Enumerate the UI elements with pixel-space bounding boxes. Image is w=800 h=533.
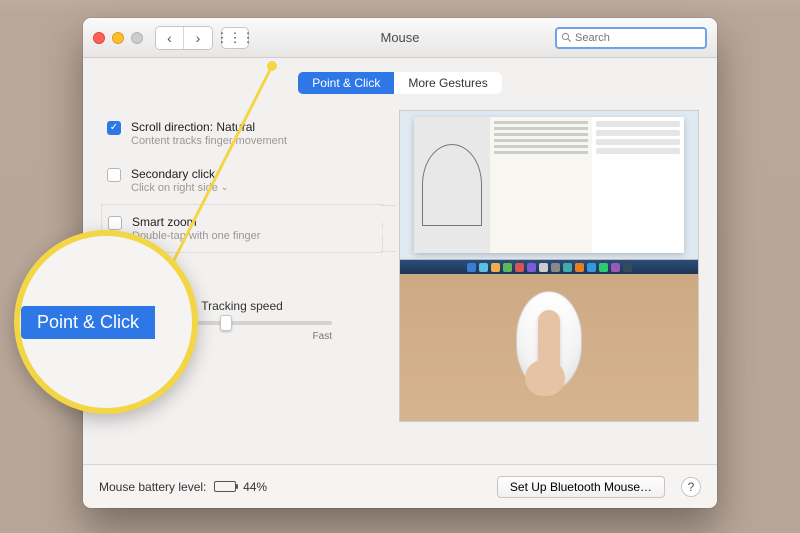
dock-app-icon bbox=[611, 263, 620, 272]
preview-desk bbox=[400, 274, 698, 421]
tab-bar: Point & Click More Gestures bbox=[83, 72, 717, 94]
dock-app-icon bbox=[551, 263, 560, 272]
chevron-down-icon[interactable]: ⌄ bbox=[221, 182, 229, 193]
dock-app-icon bbox=[599, 263, 608, 272]
checkbox-secondary-click[interactable] bbox=[107, 168, 121, 182]
preferences-window: ‹ › ⋮⋮⋮ Mouse Point & Click More Gesture… bbox=[83, 18, 717, 508]
dock-app-icon bbox=[503, 263, 512, 272]
preview-thumb bbox=[525, 360, 565, 396]
minimize-icon[interactable] bbox=[112, 32, 124, 44]
checkbox-smart-zoom[interactable] bbox=[108, 216, 122, 230]
dock-app-icon bbox=[563, 263, 572, 272]
zoom-icon[interactable] bbox=[131, 32, 143, 44]
grid-icon: ⋮⋮⋮ bbox=[216, 30, 255, 46]
help-button[interactable]: ? bbox=[681, 477, 701, 497]
slider-max-label: Fast bbox=[313, 331, 332, 342]
callout-magnifier: Point & Click bbox=[14, 230, 198, 414]
search-field[interactable] bbox=[555, 27, 707, 49]
search-icon bbox=[561, 32, 572, 43]
preview-screen bbox=[400, 111, 698, 260]
gesture-preview bbox=[399, 110, 699, 422]
preview-mouse bbox=[516, 291, 582, 391]
search-input[interactable] bbox=[575, 32, 701, 44]
option-secondary-click[interactable]: Secondary click Click on right side ⌄ bbox=[101, 157, 383, 204]
option-title: Secondary click bbox=[131, 167, 228, 181]
battery-icon bbox=[214, 481, 236, 492]
dock-app-icon bbox=[539, 263, 548, 272]
dock-app-icon bbox=[467, 263, 476, 272]
option-title: Smart zoom bbox=[132, 215, 260, 229]
dock-app-icon bbox=[491, 263, 500, 272]
show-all-button[interactable]: ⋮⋮⋮ bbox=[221, 27, 249, 49]
forward-button[interactable]: › bbox=[184, 27, 212, 49]
dock-app-icon bbox=[479, 263, 488, 272]
setup-bluetooth-button[interactable]: Set Up Bluetooth Mouse… bbox=[497, 476, 665, 498]
footer: Mouse battery level: 44% Set Up Bluetoot… bbox=[83, 464, 717, 508]
dock-app-icon bbox=[623, 263, 632, 272]
option-subtitle: Click on right side bbox=[131, 182, 218, 194]
window-controls bbox=[93, 32, 143, 44]
dock-app-icon bbox=[515, 263, 524, 272]
titlebar: ‹ › ⋮⋮⋮ Mouse bbox=[83, 18, 717, 58]
option-subtitle: Double-tap with one finger bbox=[132, 230, 260, 242]
dock-app-icon bbox=[527, 263, 536, 272]
dock-app-icon bbox=[575, 263, 584, 272]
option-scroll-direction[interactable]: Scroll direction: Natural Content tracks… bbox=[101, 110, 383, 157]
slider-knob[interactable] bbox=[220, 315, 232, 331]
nav-back-forward: ‹ › bbox=[155, 26, 213, 50]
tab-point-and-click[interactable]: Point & Click bbox=[298, 72, 394, 94]
option-title: Scroll direction: Natural bbox=[131, 120, 287, 134]
dock-app-icon bbox=[587, 263, 596, 272]
preview-dock bbox=[400, 260, 698, 274]
close-icon[interactable] bbox=[93, 32, 105, 44]
back-button[interactable]: ‹ bbox=[156, 27, 184, 49]
bicycle-icon bbox=[422, 144, 482, 225]
option-subtitle: Content tracks finger movement bbox=[131, 135, 287, 147]
checkbox-scroll-direction[interactable] bbox=[107, 121, 121, 135]
battery-label: Mouse battery level: 44% bbox=[99, 480, 267, 494]
tab-more-gestures[interactable]: More Gestures bbox=[394, 72, 501, 94]
callout-pill: Point & Click bbox=[21, 306, 155, 339]
